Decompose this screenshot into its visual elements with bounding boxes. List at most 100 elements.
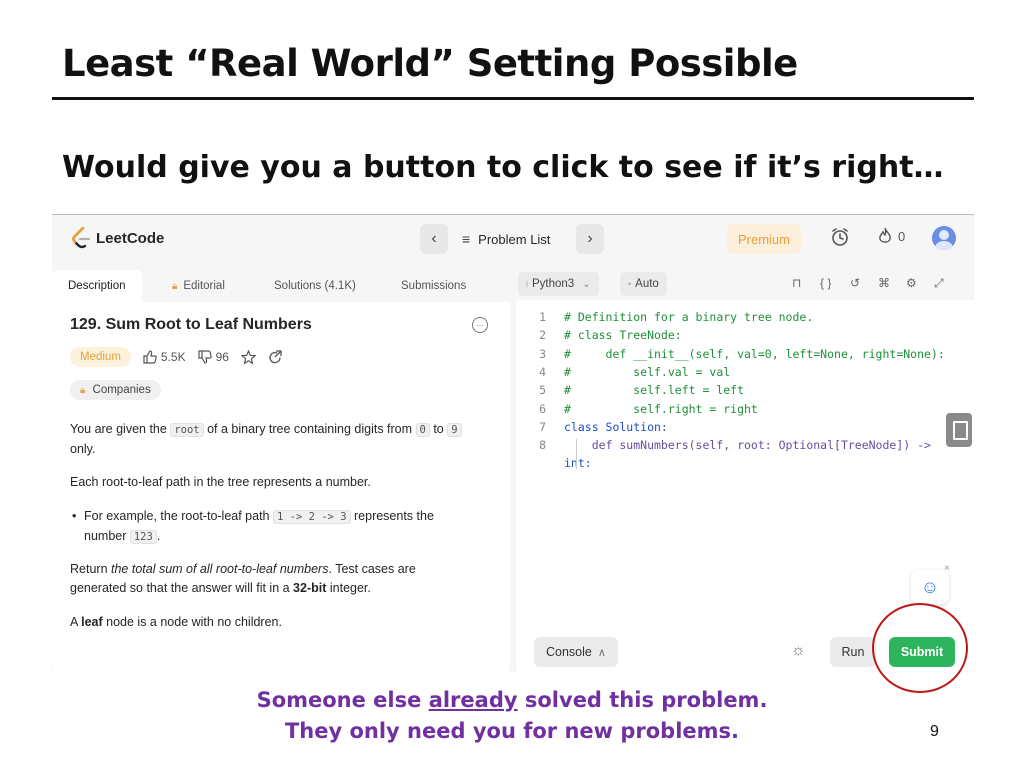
- text-span: A: [70, 615, 82, 629]
- text-span: to: [429, 422, 448, 436]
- caption-underlined-word: already: [428, 688, 518, 712]
- line-number: 5: [539, 383, 546, 398]
- chat-smiley-icon[interactable]: ☺: [911, 570, 949, 604]
- text-span: . Test cases are: [328, 562, 416, 576]
- text-span: node is a node with no children.: [102, 615, 282, 629]
- bullet-dot: •: [72, 509, 77, 523]
- leetcode-screenshot: LeetCode ‹ ≡ Problem List › Premium 0 De…: [52, 214, 974, 672]
- run-button[interactable]: Run: [830, 637, 876, 667]
- reset-icon[interactable]: ↺: [850, 276, 860, 290]
- description-paragraph-1: You are given the root of a binary tree …: [70, 420, 490, 459]
- caption-text: Someone else: [256, 688, 429, 712]
- text-span: represents the: [350, 509, 434, 523]
- share-icon[interactable]: [268, 349, 283, 365]
- settings-gear-icon[interactable]: ⚙: [906, 276, 917, 290]
- dislike-button[interactable]: 96: [197, 350, 229, 364]
- chevron-right-icon: ›: [587, 230, 593, 247]
- command-icon[interactable]: ⌘: [878, 276, 890, 290]
- problem-title: 129. Sum Root to Leaf Numbers: [70, 316, 312, 333]
- tab-description-label: Description: [68, 280, 126, 292]
- text-span: of a binary tree containing digits from: [203, 422, 416, 436]
- line-number: 7: [539, 419, 546, 434]
- chevron-down-icon: ⌄: [582, 278, 591, 290]
- streak-counter[interactable]: 0: [878, 227, 905, 245]
- braces-icon[interactable]: { }: [820, 276, 831, 290]
- caption-line-1: Someone else already solved this problem…: [0, 688, 1024, 712]
- code-line: def sumNumbers(self, root: Optional[Tree…: [564, 438, 931, 453]
- code-line: # Definition for a binary tree node.: [564, 310, 814, 324]
- avatar[interactable]: [932, 226, 956, 250]
- chevron-left-icon: ‹: [431, 230, 437, 247]
- console-label: Console: [546, 645, 592, 659]
- text-span: integer.: [326, 581, 371, 595]
- mode-select[interactable]: • Auto: [620, 272, 667, 296]
- code-line: class Solution:: [564, 419, 668, 434]
- tab-submissions[interactable]: Submissions: [401, 270, 466, 302]
- code-line: # self.left = left: [564, 383, 745, 398]
- bookmark-icon[interactable]: ⊓: [792, 276, 801, 290]
- line-number: 2: [539, 328, 546, 343]
- description-paragraph-3: Return the total sum of all root-to-leaf…: [70, 560, 490, 598]
- submit-highlight-circle: [872, 603, 968, 693]
- document-icon[interactable]: [946, 413, 972, 447]
- inline-code: 0: [415, 423, 430, 437]
- slide-subtitle: Would give you a button to click to see …: [62, 150, 944, 185]
- code-line: int:: [564, 456, 592, 471]
- bug-icon[interactable]: ☼: [791, 642, 806, 660]
- emphasis-text: the total sum of all root-to-leaf number…: [111, 562, 329, 576]
- mode-label: Auto: [635, 278, 659, 290]
- expand-icon[interactable]: ⤢: [934, 276, 944, 291]
- text-span: You are given the: [70, 422, 171, 436]
- code-line: # self.right = right: [564, 401, 758, 416]
- description-paragraph-4: A leaf node is a node with no children.: [70, 613, 490, 632]
- more-options-icon[interactable]: ···: [472, 317, 488, 333]
- companies-tag[interactable]: 🔒︎ Companies: [70, 380, 161, 400]
- dot-icon: •: [628, 279, 632, 289]
- premium-button[interactable]: Premium: [727, 224, 801, 254]
- streak-count: 0: [898, 228, 906, 244]
- inline-code: 123: [129, 530, 157, 544]
- line-number: 1: [539, 310, 546, 324]
- tab-description[interactable]: Description: [52, 270, 142, 302]
- companies-label: Companies: [92, 384, 151, 396]
- description-paragraph-2: Each root-to-leaf path in the tree repre…: [70, 475, 371, 489]
- leetcode-logo[interactable]: LeetCode: [72, 227, 164, 249]
- dislike-count: 96: [215, 350, 229, 364]
- inline-code: root: [170, 423, 204, 437]
- problem-list-label: Problem List: [478, 231, 551, 247]
- like-button[interactable]: 5.5K: [143, 350, 186, 364]
- star-icon[interactable]: [240, 349, 256, 365]
- inline-code: 1 -> 2 -> 3: [272, 510, 351, 524]
- thumbs-up-icon: [143, 350, 157, 364]
- difficulty-badge: Medium: [70, 347, 131, 367]
- description-panel: Description 🔒︎ Editorial Solutions (4.1K…: [52, 270, 510, 672]
- console-button[interactable]: Console ∧: [534, 637, 618, 667]
- inline-code: 9: [447, 423, 462, 437]
- caption-line-2: They only need you for new problems.: [284, 719, 740, 743]
- line-number: 4: [539, 364, 546, 379]
- tab-editorial[interactable]: 🔒︎ Editorial: [172, 270, 225, 302]
- caption-text: solved this problem.: [517, 688, 768, 712]
- prev-problem-button[interactable]: ‹: [420, 224, 448, 254]
- next-problem-button[interactable]: ›: [576, 224, 604, 254]
- chevron-up-icon: ∧: [597, 646, 606, 659]
- alarm-clock-icon[interactable]: [830, 227, 850, 247]
- lock-icon: 🔒︎: [172, 280, 178, 292]
- problem-meta: Medium 5.5K 96: [70, 347, 283, 367]
- tab-submissions-label: Submissions: [401, 280, 467, 292]
- language-label: Python3: [532, 278, 575, 290]
- strong-text: leaf: [81, 615, 103, 629]
- tab-editorial-label: Editorial: [183, 280, 225, 292]
- list-icon: ≡: [462, 231, 471, 247]
- indent-guide: [576, 439, 577, 469]
- top-navbar: LeetCode ‹ ≡ Problem List › Premium 0: [52, 215, 974, 265]
- line-number: 6: [539, 401, 546, 416]
- thumbs-down-icon: [197, 350, 212, 364]
- editor-toolbar: i Python3 ⌄ • Auto ⊓ { } ↺ ⌘ ⚙ ⤢: [516, 270, 974, 300]
- problem-list-button[interactable]: ≡ Problem List: [462, 224, 550, 254]
- language-select[interactable]: i Python3 ⌄: [518, 272, 599, 296]
- tab-solutions[interactable]: Solutions (4.1K): [274, 270, 356, 302]
- leetcode-logo-icon: [72, 227, 90, 249]
- tab-solutions-label: Solutions (4.1K): [274, 280, 356, 292]
- line-number: 3: [539, 346, 546, 361]
